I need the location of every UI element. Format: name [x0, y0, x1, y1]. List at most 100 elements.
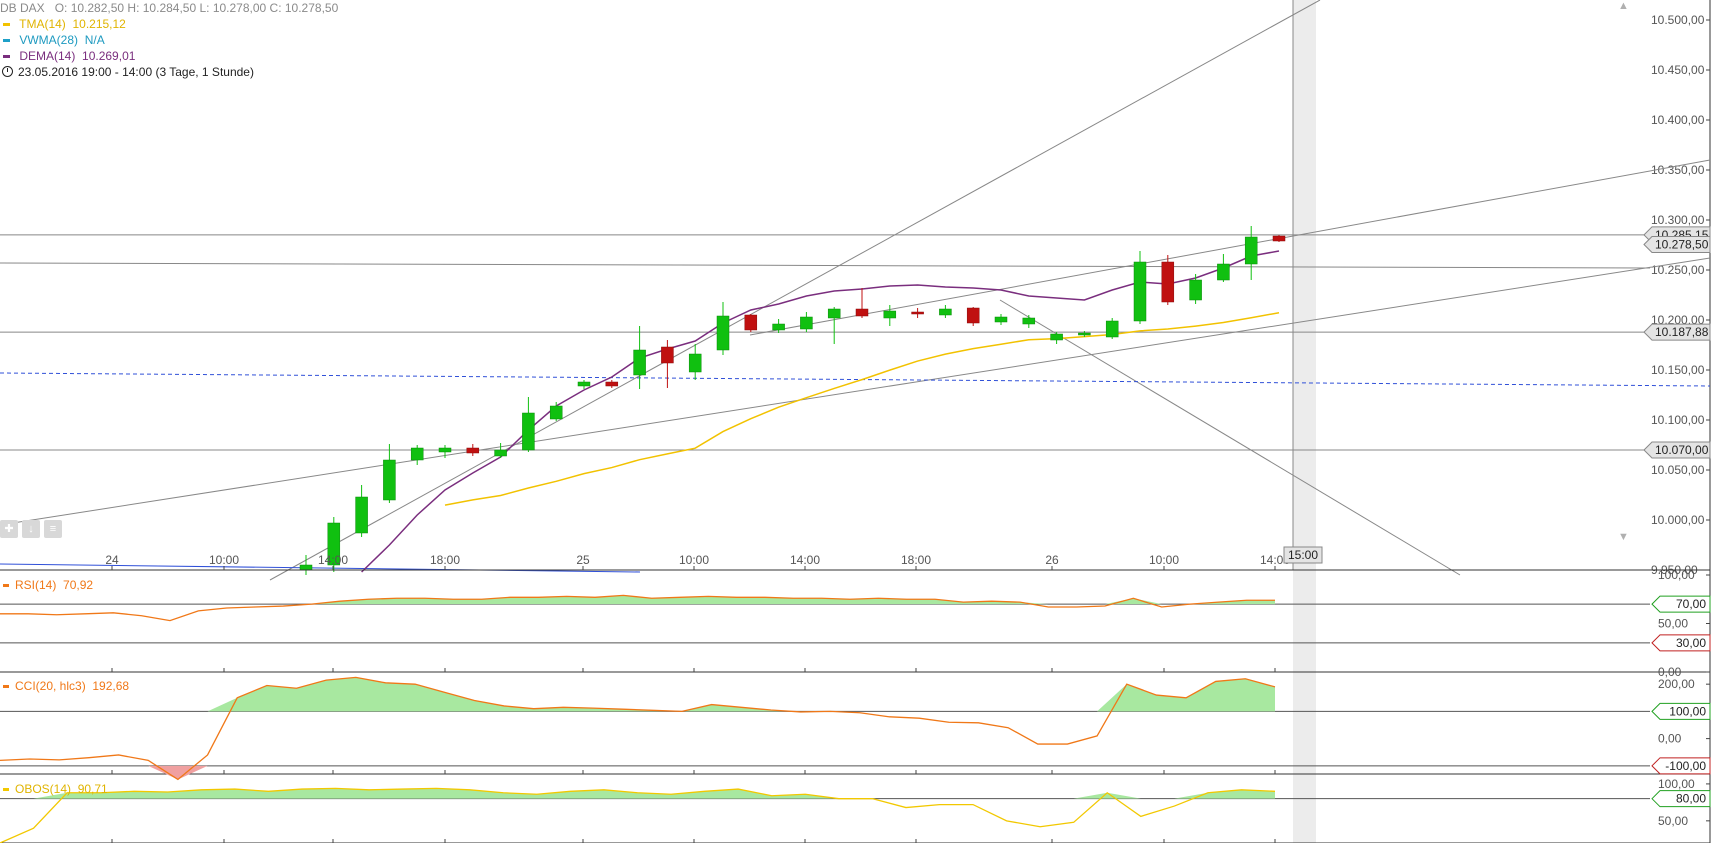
- vwma-value: N/A: [84, 33, 105, 47]
- price-tick-label: 10.150,00: [1651, 363, 1705, 377]
- time-tick-label: 26: [1045, 553, 1059, 567]
- vwma-swatch: [3, 39, 10, 43]
- trend-line: [999, 299, 1461, 576]
- candle-body: [1189, 279, 1202, 301]
- trend-line: [0, 262, 1651, 269]
- level-tag-label: 100,00: [1669, 704, 1706, 718]
- candle-body: [966, 307, 980, 324]
- price-tick-label: 10.400,00: [1651, 113, 1705, 127]
- candle-body: [299, 564, 313, 571]
- rsi-label: RSI(14): [15, 578, 57, 592]
- candle-body: [633, 349, 646, 376]
- period-text: 23.05.2016 19:00 - 14:00 (3 Tage, 1 Stun…: [18, 65, 254, 79]
- dema-swatch: [3, 55, 10, 59]
- crosshair-time-label: 15:00: [1288, 548, 1318, 562]
- candle-body: [549, 405, 563, 420]
- candle-body: [1161, 261, 1175, 303]
- tma-label: TMA(14): [19, 17, 66, 31]
- candle-body: [438, 447, 452, 453]
- legend-vwma[interactable]: VWMA(28) N/A: [0, 32, 105, 48]
- level-tag-label: 70,00: [1676, 597, 1706, 611]
- price-tick-label: 10.350,00: [1651, 163, 1705, 177]
- indicator-line: [0, 676, 1276, 781]
- candle-body: [911, 311, 924, 315]
- pane-tick-label: 200,00: [1658, 677, 1695, 691]
- candle-body: [1272, 235, 1286, 242]
- candle-body: [383, 459, 396, 501]
- ohlc-values: O: 10.282,50 H: 10.284,50 L: 10.278,00 C…: [54, 1, 339, 15]
- rsi-legend[interactable]: RSI(14) 70,92: [0, 577, 93, 593]
- level-tag-label: -100,00: [1665, 759, 1706, 773]
- candle-body: [827, 308, 841, 319]
- candle-body: [772, 323, 785, 331]
- dashed-average-line: [0, 372, 1711, 387]
- candle-body: [994, 316, 1008, 323]
- time-tick-label: 10:00: [209, 553, 239, 567]
- candle-body: [522, 412, 535, 451]
- candle-body: [661, 346, 674, 364]
- candle-body: [855, 308, 869, 317]
- time-tick-label: 14:00: [790, 553, 820, 567]
- candle-body: [1105, 320, 1119, 338]
- rsi-value: 70,92: [63, 578, 94, 592]
- trend-line: [749, 159, 1711, 336]
- candle-body: [1133, 261, 1147, 322]
- instrument-name: DB DAX: [0, 1, 45, 15]
- cci-value: 192,68: [92, 679, 130, 693]
- price-tag-level: 10.187,88: [1655, 325, 1709, 339]
- candle-body: [577, 381, 591, 387]
- price-tick-label: 10.050,00: [1651, 463, 1705, 477]
- legend-period: 23.05.2016 19:00 - 14:00 (3 Tage, 1 Stun…: [0, 64, 254, 80]
- time-tick-label: 10:00: [679, 553, 709, 567]
- candle-body: [1050, 333, 1063, 341]
- obos-swatch: [3, 788, 9, 792]
- candle-body: [494, 449, 507, 457]
- candle-body: [605, 381, 619, 387]
- legend-dema[interactable]: DEMA(14) 10.269,01: [0, 48, 135, 64]
- candle-body: [410, 447, 424, 461]
- candle-body: [355, 496, 368, 534]
- price-tick-label: 10.100,00: [1651, 413, 1705, 427]
- candle-body: [716, 315, 730, 351]
- candle-body: [939, 308, 952, 316]
- chart-canvas[interactable]: 10.500,00 10.450,00 10.400,00 10.350,00 10.3…: [0, 0, 1715, 843]
- clock-icon: [2, 66, 13, 77]
- price-tick-label: 10.450,00: [1651, 63, 1705, 77]
- pane-tick-label: 100,00: [1658, 777, 1695, 791]
- time-tick-label: 18:00: [901, 553, 931, 567]
- legend-ohlc: DB DAX O: 10.282,50 H: 10.284,50 L: 10.2…: [0, 0, 338, 16]
- candle-body: [1217, 263, 1230, 281]
- overbought-fill: [0, 677, 1275, 712]
- scroll-up-icon[interactable]: ▲: [1618, 0, 1629, 12]
- candle-body: [1244, 236, 1258, 265]
- tma-value: 10.215,12: [72, 17, 126, 31]
- obos-value: 90,71: [77, 782, 108, 796]
- menu-icon[interactable]: ≡: [44, 520, 62, 538]
- candle-body: [883, 310, 897, 319]
- move-icon[interactable]: ✚: [0, 520, 18, 538]
- tma-swatch: [3, 23, 10, 27]
- legend-tma[interactable]: TMA(14) 10.215,12: [0, 16, 126, 32]
- pane-tick-label: 50,00: [1658, 617, 1688, 631]
- pane-tick-label: 50,00: [1658, 814, 1688, 828]
- candle-body: [1078, 332, 1091, 336]
- dema-value: 10.269,01: [82, 49, 136, 63]
- cci-label: CCI(20, hlc3): [15, 679, 86, 693]
- price-tick-label: 10.250,00: [1651, 263, 1705, 277]
- download-icon[interactable]: ↓: [22, 520, 40, 538]
- price-tick-label: 10.300,00: [1651, 213, 1705, 227]
- time-tick-label: 14:00: [318, 553, 348, 567]
- time-tick-label: 10:00: [1149, 553, 1179, 567]
- pane-tick-label: 0,00: [1658, 732, 1682, 746]
- scroll-down-icon[interactable]: ▼: [1618, 531, 1629, 543]
- cci-legend[interactable]: CCI(20, hlc3) 192,68: [0, 678, 129, 694]
- time-tick-label: 24: [105, 553, 119, 567]
- future-band: [1293, 0, 1316, 843]
- rsi-swatch: [3, 584, 9, 588]
- obos-legend[interactable]: OBOS(14) 90,71: [0, 781, 108, 797]
- obos-label: OBOS(14): [15, 782, 72, 796]
- candle-body: [466, 447, 480, 454]
- level-tag-label: 80,00: [1676, 792, 1706, 806]
- candle-body: [800, 316, 813, 330]
- pane-tick-label: 100,00: [1658, 568, 1695, 582]
